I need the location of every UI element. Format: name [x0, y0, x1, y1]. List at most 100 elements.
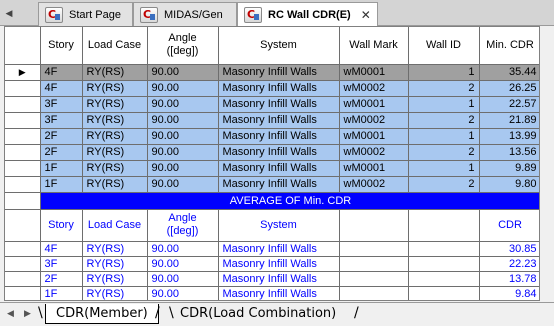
average-cell-story[interactable]: 4F — [40, 241, 83, 257]
row-selector[interactable]: ▶ — [5, 64, 41, 81]
cell-angle[interactable]: 90.00 — [147, 112, 219, 129]
cell-load-case[interactable]: RY(RS) — [82, 80, 148, 97]
cell-wall-id[interactable]: 1 — [408, 96, 480, 113]
average-cell-min-cdr[interactable]: 22.23 — [479, 256, 539, 272]
cell-system[interactable]: Masonry Infill Walls — [218, 160, 340, 177]
cell-wall-id[interactable]: 2 — [408, 176, 480, 193]
average-cell-wall-id[interactable] — [408, 241, 480, 257]
sheet-prev-icon[interactable]: ◀ — [4, 307, 17, 320]
tab-midas-gen[interactable]: MIDAS/Gen — [133, 2, 237, 26]
cell-system[interactable]: Masonry Infill Walls — [218, 176, 340, 193]
cell-story[interactable]: 4F — [40, 80, 83, 97]
column-header-story[interactable]: Story — [40, 27, 83, 65]
table-row[interactable]: 2F RY(RS) 90.00 Masonry Infill Walls wM0001 1… — [5, 128, 539, 145]
cell-system[interactable]: Masonry Infill Walls — [218, 144, 340, 161]
cell-wall-mark[interactable]: wM0002 — [339, 80, 409, 97]
close-icon[interactable]: ✕ — [361, 8, 371, 22]
column-header-system[interactable]: System — [218, 27, 340, 65]
cell-angle[interactable]: 90.00 — [147, 80, 219, 97]
average-cell-wall-mark[interactable] — [339, 271, 409, 287]
average-cell-load-case[interactable]: RY(RS) — [82, 286, 148, 300]
cell-min-cdr[interactable]: 22.57 — [479, 96, 539, 113]
cell-story[interactable]: 3F — [40, 96, 83, 113]
average-row[interactable]: 3F RY(RS) 90.00 Masonry Infill Walls 22.23 — [5, 256, 539, 272]
cell-wall-mark[interactable]: wM0001 — [339, 96, 409, 113]
cell-wall-id[interactable]: 1 — [408, 64, 480, 81]
column-header-min-cdr[interactable]: Min. CDR — [479, 27, 539, 65]
cell-angle[interactable]: 90.00 — [147, 64, 219, 81]
table-row[interactable]: 3F RY(RS) 90.00 Masonry Infill Walls wM0002 2… — [5, 112, 539, 129]
cell-wall-id[interactable]: 2 — [408, 112, 480, 129]
cell-min-cdr[interactable]: 9.80 — [479, 176, 539, 193]
tab-rc-wall-cdr[interactable]: RC Wall CDR(E) ✕ — [237, 2, 378, 27]
cell-system[interactable]: Masonry Infill Walls — [218, 80, 340, 97]
cell-wall-mark[interactable]: wM0002 — [339, 144, 409, 161]
average-cell-wall-mark[interactable] — [339, 241, 409, 257]
average-cell-angle[interactable]: 90.00 — [147, 271, 219, 287]
cell-system[interactable]: Masonry Infill Walls — [218, 128, 340, 145]
average-cell-min-cdr[interactable]: 30.85 — [479, 241, 539, 257]
average-cell-story[interactable]: 1F — [40, 286, 83, 300]
cell-wall-mark[interactable]: wM0002 — [339, 112, 409, 129]
column-header-angle[interactable]: Angle ([deg]) — [147, 27, 219, 65]
cell-story[interactable]: 2F — [40, 128, 83, 145]
cell-story[interactable]: 2F — [40, 144, 83, 161]
average-cell-angle[interactable]: 90.00 — [147, 241, 219, 257]
sheet-tab-cdr-load-combination[interactable]: CDR(Load Combination) — [170, 304, 346, 324]
row-selector[interactable] — [5, 160, 41, 177]
average-cell-load-case[interactable]: RY(RS) — [82, 271, 148, 287]
cell-load-case[interactable]: RY(RS) — [82, 64, 148, 81]
cell-story[interactable]: 3F — [40, 112, 83, 129]
cell-wall-mark[interactable]: wM0001 — [339, 160, 409, 177]
row-selector[interactable] — [5, 209, 41, 242]
cell-wall-id[interactable]: 1 — [408, 160, 480, 177]
average-cell-system[interactable]: Masonry Infill Walls — [218, 286, 340, 300]
cell-min-cdr[interactable]: 13.99 — [479, 128, 539, 145]
sheet-tab-cdr-member[interactable]: CDR(Member) — [45, 304, 159, 324]
row-selector[interactable] — [5, 241, 41, 257]
average-cell-system[interactable]: Masonry Infill Walls — [218, 241, 340, 257]
column-header-wall-id[interactable]: Wall ID — [408, 27, 480, 65]
average-cell-story[interactable]: 3F — [40, 256, 83, 272]
cell-wall-id[interactable]: 1 — [408, 128, 480, 145]
cell-min-cdr[interactable]: 26.25 — [479, 80, 539, 97]
cell-wall-id[interactable]: 2 — [408, 80, 480, 97]
cell-angle[interactable]: 90.00 — [147, 128, 219, 145]
cell-load-case[interactable]: RY(RS) — [82, 128, 148, 145]
cell-wall-mark[interactable]: wM0001 — [339, 128, 409, 145]
table-row[interactable]: 2F RY(RS) 90.00 Masonry Infill Walls wM0002 2… — [5, 144, 539, 161]
average-cell-story[interactable]: 2F — [40, 271, 83, 287]
table-row[interactable]: 1F RY(RS) 90.00 Masonry Infill Walls wM0001 1… — [5, 160, 539, 177]
row-selector[interactable] — [5, 271, 41, 287]
average-cell-load-case[interactable]: RY(RS) — [82, 256, 148, 272]
cell-load-case[interactable]: RY(RS) — [82, 96, 148, 113]
row-selector[interactable] — [5, 80, 41, 97]
cell-system[interactable]: Masonry Infill Walls — [218, 96, 340, 113]
sheet-next-icon[interactable]: ▶ — [21, 307, 34, 320]
cell-wall-mark[interactable]: wM0001 — [339, 64, 409, 81]
average-cell-system[interactable]: Masonry Infill Walls — [218, 271, 340, 287]
cell-system[interactable]: Masonry Infill Walls — [218, 112, 340, 129]
average-cell-wall-id[interactable] — [408, 256, 480, 272]
cell-load-case[interactable]: RY(RS) — [82, 144, 148, 161]
cell-angle[interactable]: 90.00 — [147, 144, 219, 161]
cell-angle[interactable]: 90.00 — [147, 96, 219, 113]
average-cell-min-cdr[interactable]: 9.84 — [479, 286, 539, 300]
cell-min-cdr[interactable]: 13.56 — [479, 144, 539, 161]
average-cell-load-case[interactable]: RY(RS) — [82, 241, 148, 257]
table-row[interactable]: 4F RY(RS) 90.00 Masonry Infill Walls wM0002 2… — [5, 80, 539, 97]
column-header-wall-mark[interactable]: Wall Mark — [339, 27, 409, 65]
row-selector[interactable] — [5, 256, 41, 272]
average-cell-angle[interactable]: 90.00 — [147, 286, 219, 300]
table-row[interactable]: ▶ 4F RY(RS) 90.00 Masonry Infill Walls wM0001… — [5, 64, 539, 81]
cell-angle[interactable]: 90.00 — [147, 160, 219, 177]
cell-min-cdr[interactable]: 35.44 — [479, 64, 539, 81]
corner-cell[interactable] — [5, 27, 41, 65]
cell-system[interactable]: Masonry Infill Walls — [218, 64, 340, 81]
average-row[interactable]: 2F RY(RS) 90.00 Masonry Infill Walls 13.78 — [5, 271, 539, 287]
average-row[interactable]: 1F RY(RS) 90.00 Masonry Infill Walls 9.84 — [5, 286, 539, 300]
column-header-load-case[interactable]: Load Case — [82, 27, 148, 65]
tab-scroll-left-icon[interactable]: ◀ — [4, 6, 14, 20]
cell-load-case[interactable]: RY(RS) — [82, 176, 148, 193]
tab-start-page[interactable]: Start Page — [38, 2, 133, 26]
